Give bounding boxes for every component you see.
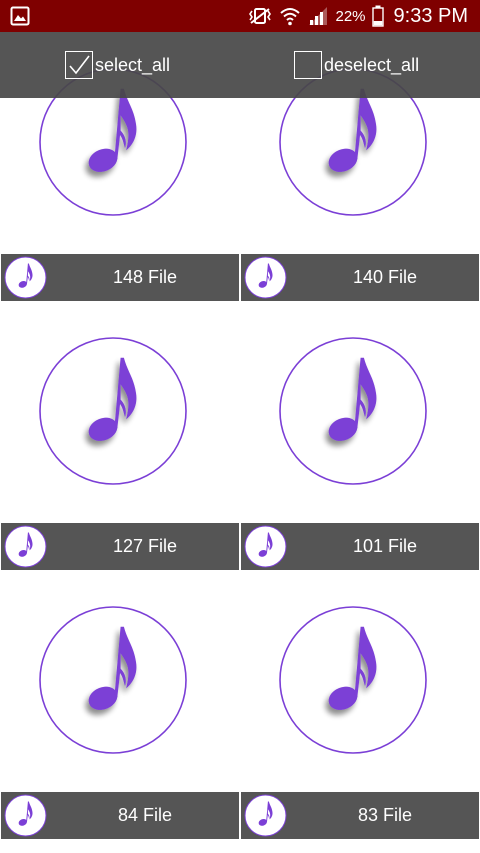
selection-toolbar: select_all deselect_all xyxy=(0,32,480,98)
folder-info-bar[interactable]: 148 File xyxy=(1,254,239,301)
wifi-icon xyxy=(280,8,301,26)
deselect-all-label: deselect_all xyxy=(324,54,420,75)
gallery-notification-icon xyxy=(10,6,30,26)
music-note-icon xyxy=(244,794,287,837)
music-note-icon xyxy=(244,525,287,568)
music-note-icon xyxy=(4,794,47,837)
folder-tile[interactable]: 101 File xyxy=(241,301,479,570)
select-all-checkbox[interactable] xyxy=(65,51,93,79)
folder-artwork[interactable] xyxy=(1,570,239,791)
music-note-icon xyxy=(4,256,47,299)
folder-info-bar[interactable]: 101 File xyxy=(241,523,479,570)
folder-artwork[interactable] xyxy=(241,301,479,522)
folder-grid-screen: 22% 9:33 PM select_all deselect_all 148 … xyxy=(0,0,480,853)
folder-artwork[interactable] xyxy=(1,301,239,522)
music-note-icon xyxy=(39,606,187,754)
select-all-label: select_all xyxy=(95,54,171,75)
folder-info-bar[interactable]: 83 File xyxy=(241,792,479,839)
deselect-all-option[interactable]: deselect_all xyxy=(294,48,419,82)
music-note-icon xyxy=(279,337,427,485)
music-note-icon xyxy=(4,525,47,568)
status-right: 22% 9:33 PM xyxy=(247,0,468,32)
file-count-label: 84 File xyxy=(117,805,173,825)
vibrate-icon xyxy=(249,8,272,24)
file-count-label: 83 File xyxy=(357,805,413,825)
checkmark-icon xyxy=(69,55,90,75)
folder-artwork[interactable] xyxy=(241,570,479,791)
music-note-icon xyxy=(279,606,427,754)
file-count-label: 148 File xyxy=(112,267,178,287)
status-bar: 22% 9:33 PM xyxy=(0,0,480,32)
clock: 9:33 PM xyxy=(393,4,468,27)
folder-info-bar[interactable]: 127 File xyxy=(1,523,239,570)
folder-tile[interactable]: 127 File xyxy=(1,301,239,570)
select-all-option[interactable]: select_all xyxy=(65,48,170,82)
deselect-all-checkbox[interactable] xyxy=(294,51,322,79)
folder-info-bar[interactable]: 140 File xyxy=(241,254,479,301)
battery-icon xyxy=(371,5,384,27)
file-count-label: 101 File xyxy=(352,536,418,556)
music-note-icon xyxy=(244,256,287,299)
battery-percent: 22% xyxy=(335,7,366,25)
music-note-icon xyxy=(39,337,187,485)
folder-info-bar[interactable]: 84 File xyxy=(1,792,239,839)
file-count-label: 140 File xyxy=(352,267,418,287)
signal-icon xyxy=(309,7,328,25)
folder-tile[interactable]: 84 File xyxy=(1,570,239,839)
folder-tile[interactable]: 83 File xyxy=(241,570,479,839)
file-count-label: 127 File xyxy=(112,536,178,556)
